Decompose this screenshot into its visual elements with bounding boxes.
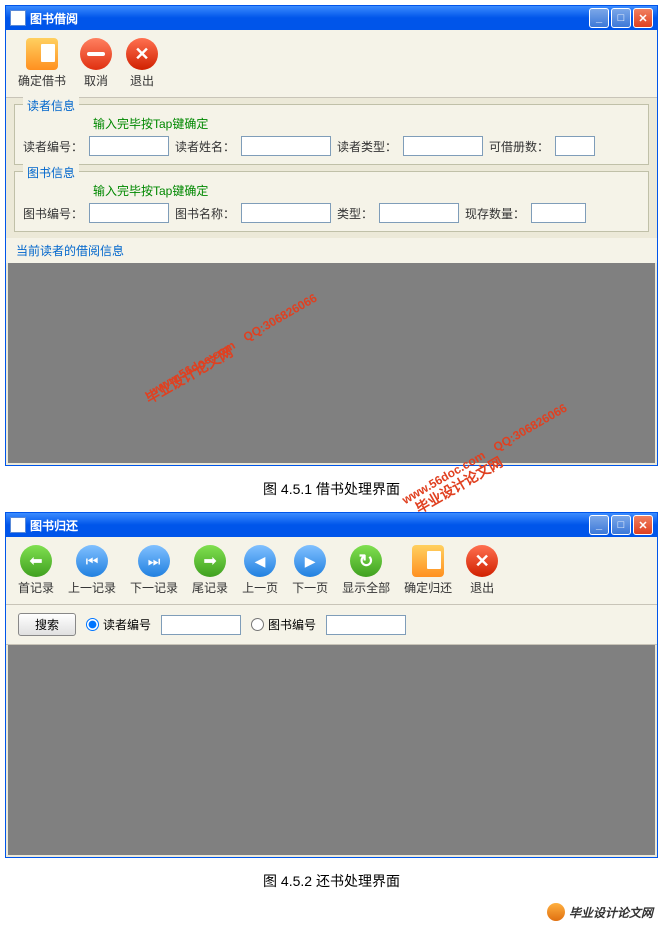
search-bar: 搜索 读者编号 图书编号 bbox=[6, 605, 657, 645]
brand-icon bbox=[547, 903, 565, 921]
titlebar[interactable]: 图书借阅 _ □ ✕ bbox=[6, 6, 657, 30]
cancel-button[interactable]: 取消 bbox=[76, 36, 116, 91]
return-grid[interactable] bbox=[8, 645, 655, 855]
figure-caption-2: 图 4.5.2 还书处理界面 bbox=[0, 863, 663, 899]
refresh-icon bbox=[350, 545, 382, 577]
confirm-borrow-button[interactable]: 确定借书 bbox=[14, 36, 70, 91]
return-window: 图书归还 _ □ ✕ 首记录 上一记录 下一记录 尾记录 上一页 bbox=[5, 512, 658, 858]
first-record-button[interactable]: 首记录 bbox=[14, 543, 58, 598]
book-stock-input[interactable] bbox=[531, 203, 586, 223]
reader-limit-label: 可借册数： bbox=[489, 138, 549, 155]
folder-icon bbox=[412, 545, 444, 577]
skip-forward-icon bbox=[138, 545, 170, 577]
exit-button[interactable]: 退出 bbox=[122, 36, 162, 91]
next-record-button[interactable]: 下一记录 bbox=[126, 543, 182, 598]
cancel-icon bbox=[80, 38, 112, 70]
minimize-button[interactable]: _ bbox=[589, 8, 609, 28]
titlebar[interactable]: 图书归还 _ □ ✕ bbox=[6, 513, 657, 537]
book-id-label: 图书编号： bbox=[23, 205, 83, 222]
reader-radio-label: 读者编号 bbox=[103, 616, 151, 633]
book-name-label: 图书名称： bbox=[175, 205, 235, 222]
book-id-input[interactable] bbox=[89, 203, 169, 223]
reader-fieldset: 读者信息 输入完毕按Tap键确定 读者编号： 读者姓名： 读者类型： 可借册数： bbox=[14, 104, 649, 165]
toolbar: 首记录 上一记录 下一记录 尾记录 上一页 下一页 显示全部 确定归还 bbox=[6, 537, 657, 605]
window-title: 图书归还 bbox=[30, 517, 589, 534]
window-title: 图书借阅 bbox=[30, 10, 589, 27]
reader-radio-input[interactable] bbox=[86, 618, 99, 631]
search-by-book-radio[interactable]: 图书编号 bbox=[251, 616, 316, 633]
close-icon bbox=[126, 38, 158, 70]
book-stock-label: 现存数量： bbox=[465, 205, 525, 222]
book-legend: 图书信息 bbox=[23, 164, 79, 181]
toolbar: 确定借书 取消 退出 bbox=[6, 30, 657, 98]
folder-icon bbox=[26, 38, 58, 70]
prev-page-button[interactable]: 上一页 bbox=[238, 543, 282, 598]
reader-legend: 读者信息 bbox=[23, 97, 79, 114]
prev-record-button[interactable]: 上一记录 bbox=[64, 543, 120, 598]
book-name-input[interactable] bbox=[241, 203, 331, 223]
book-hint: 输入完毕按Tap键确定 bbox=[93, 182, 640, 199]
skip-back-icon bbox=[76, 545, 108, 577]
maximize-button[interactable]: □ bbox=[611, 8, 631, 28]
rewind-icon bbox=[244, 545, 276, 577]
borrow-window: 图书借阅 _ □ ✕ 确定借书 取消 退出 读者信息 输入完毕按Tap键确定 读… bbox=[5, 5, 658, 466]
book-radio-label: 图书编号 bbox=[268, 616, 316, 633]
close-button[interactable]: ✕ bbox=[633, 515, 653, 535]
minimize-button[interactable]: _ bbox=[589, 515, 609, 535]
arrow-right-icon bbox=[194, 545, 226, 577]
borrow-list-label: 当前读者的借阅信息 bbox=[6, 238, 657, 263]
reader-name-input[interactable] bbox=[241, 136, 331, 156]
reader-id-input[interactable] bbox=[89, 136, 169, 156]
confirm-return-button[interactable]: 确定归还 bbox=[400, 543, 456, 598]
reader-limit-input[interactable] bbox=[555, 136, 595, 156]
figure-caption-1: 图 4.5.1 借书处理界面 bbox=[0, 471, 663, 507]
next-page-button[interactable]: 下一页 bbox=[288, 543, 332, 598]
last-record-button[interactable]: 尾记录 bbox=[188, 543, 232, 598]
book-type-input[interactable] bbox=[379, 203, 459, 223]
arrow-left-icon bbox=[20, 545, 52, 577]
reader-id-label: 读者编号： bbox=[23, 138, 83, 155]
search-by-reader-radio[interactable]: 读者编号 bbox=[86, 616, 151, 633]
show-all-button[interactable]: 显示全部 bbox=[338, 543, 394, 598]
reader-hint: 输入完毕按Tap键确定 bbox=[93, 115, 640, 132]
footer-watermark: 毕业设计论文网 bbox=[0, 899, 663, 925]
search-reader-input[interactable] bbox=[161, 615, 241, 635]
book-type-label: 类型： bbox=[337, 205, 373, 222]
book-radio-input[interactable] bbox=[251, 618, 264, 631]
close-button[interactable]: ✕ bbox=[633, 8, 653, 28]
borrow-grid[interactable] bbox=[8, 263, 655, 463]
reader-type-label: 读者类型： bbox=[337, 138, 397, 155]
search-book-input[interactable] bbox=[326, 615, 406, 635]
search-button[interactable]: 搜索 bbox=[18, 613, 76, 636]
reader-type-input[interactable] bbox=[403, 136, 483, 156]
book-fieldset: 图书信息 输入完毕按Tap键确定 图书编号： 图书名称： 类型： 现存数量： bbox=[14, 171, 649, 232]
exit-button[interactable]: 退出 bbox=[462, 543, 502, 598]
forward-icon bbox=[294, 545, 326, 577]
reader-name-label: 读者姓名： bbox=[175, 138, 235, 155]
close-icon bbox=[466, 545, 498, 577]
app-icon bbox=[10, 10, 26, 26]
app-icon bbox=[10, 517, 26, 533]
maximize-button[interactable]: □ bbox=[611, 515, 631, 535]
